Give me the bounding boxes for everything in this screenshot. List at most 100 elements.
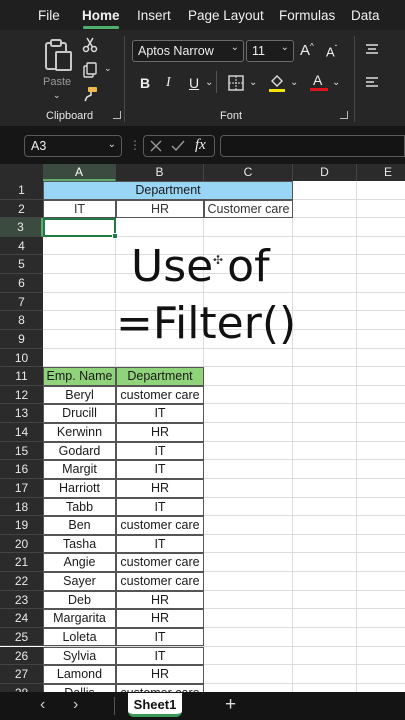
select-all-corner[interactable]	[0, 164, 43, 181]
employee-name-cell[interactable]: Lamond	[43, 665, 116, 684]
row-header-22[interactable]: 22	[0, 572, 43, 591]
department-cell[interactable]: IT	[116, 441, 204, 461]
row-header-5[interactable]: 5	[0, 255, 43, 275]
tab-formulas[interactable]: Formulas	[279, 8, 335, 23]
row-header-26[interactable]: 26	[0, 646, 43, 666]
row-header-8[interactable]: 8	[0, 311, 43, 330]
department-cell[interactable]: customer care	[116, 553, 204, 572]
formula-input[interactable]	[220, 135, 405, 157]
department-cell[interactable]: customer care	[116, 385, 204, 405]
row-header-27[interactable]: 27	[0, 665, 43, 684]
tab-home[interactable]: Home	[82, 8, 120, 23]
italic-button[interactable]: I	[166, 75, 171, 91]
department-header-cell[interactable]: Department	[43, 181, 293, 200]
row-header-23[interactable]: 23	[0, 590, 43, 610]
insert-function-icon[interactable]: fx	[195, 137, 206, 154]
row-header-13[interactable]: 13	[0, 404, 43, 424]
row-header-10[interactable]: 10	[0, 348, 43, 368]
borders-icon[interactable]	[228, 75, 244, 91]
department-cell[interactable]: HR	[116, 478, 204, 498]
employee-name-cell[interactable]: Deb	[43, 590, 116, 610]
sheet-tab-sheet1[interactable]: Sheet1	[128, 693, 182, 717]
add-sheet-button[interactable]: +	[225, 694, 236, 716]
row-header-28[interactable]: 28	[0, 683, 43, 692]
row-header-18[interactable]: 18	[0, 497, 43, 517]
employee-name-cell[interactable]: Margit	[43, 460, 116, 479]
department-cell[interactable]: HR	[116, 423, 204, 442]
copy-icon[interactable]	[82, 62, 98, 78]
cancel-icon[interactable]	[149, 139, 163, 153]
department-cell[interactable]: customer care	[116, 572, 204, 591]
increase-font-size-icon[interactable]: A^	[300, 42, 314, 59]
column-header-d[interactable]: D	[293, 164, 357, 181]
row-header-24[interactable]: 24	[0, 609, 43, 628]
worksheet-grid[interactable]: A B C D E 1 2 3 4 5 6 7 8 9 10 11 12 13 14 15 16 17 18 19 20 21 22…	[0, 164, 405, 692]
column-header-a[interactable]: A	[43, 164, 116, 181]
borders-chevron-icon[interactable]: ⌄	[249, 77, 257, 88]
underline-button[interactable]: U	[189, 75, 199, 91]
format-painter-icon[interactable]	[82, 86, 98, 102]
employee-name-cell[interactable]: Kerwinn	[43, 423, 116, 442]
row-header-4[interactable]: 4	[0, 236, 43, 256]
tab-data[interactable]: Data	[351, 8, 380, 23]
cut-icon[interactable]	[82, 37, 98, 53]
column-header-b[interactable]: B	[116, 164, 204, 181]
font-launcher-icon[interactable]	[340, 111, 348, 119]
criteria-cell[interactable]: IT	[43, 199, 116, 219]
employee-name-cell[interactable]: Margarita	[43, 609, 116, 628]
department-cell[interactable]: IT	[116, 646, 204, 666]
row-header-15[interactable]: 15	[0, 441, 43, 461]
department-cell[interactable]: IT	[116, 404, 204, 424]
row-header-7[interactable]: 7	[0, 292, 43, 312]
paste-button[interactable]: Paste ⌄	[40, 36, 76, 100]
employee-name-cell[interactable]: Tabb	[43, 497, 116, 517]
employee-name-cell[interactable]: Ben	[43, 516, 116, 535]
row-header-17[interactable]: 17	[0, 478, 43, 498]
employee-name-cell[interactable]: Beryl	[43, 385, 116, 405]
employee-name-cell[interactable]: Sayer	[43, 572, 116, 591]
row-header-11[interactable]: 11	[0, 367, 43, 386]
row-header-19[interactable]: 19	[0, 516, 43, 535]
department-cell[interactable]: HR	[116, 609, 204, 628]
row-header-21[interactable]: 21	[0, 553, 43, 572]
row-header-9[interactable]: 9	[0, 329, 43, 349]
table-header-cell[interactable]: Department	[116, 367, 204, 386]
employee-name-cell[interactable]: Loleta	[43, 627, 116, 647]
fill-handle[interactable]	[112, 232, 118, 239]
department-cell[interactable]: HR	[116, 665, 204, 684]
prev-sheet-icon[interactable]: ‹	[40, 696, 45, 714]
clipboard-launcher-icon[interactable]	[113, 111, 121, 119]
formula-bar-grip-icon[interactable]: ⋮	[129, 138, 141, 152]
column-header-e[interactable]: E	[357, 164, 405, 181]
copy-options-chevron-icon[interactable]: ⌄	[104, 63, 112, 74]
font-color-chevron-icon[interactable]: ⌄	[332, 77, 340, 88]
row-header-12[interactable]: 12	[0, 385, 43, 405]
criteria-cell[interactable]: Customer care	[204, 199, 293, 219]
department-cell[interactable]: IT	[116, 534, 204, 554]
row-header-1[interactable]: 1	[0, 181, 43, 200]
employee-name-cell[interactable]: Tasha	[43, 534, 116, 554]
column-header-c[interactable]: C	[204, 164, 293, 181]
employee-name-cell[interactable]: Angie	[43, 553, 116, 572]
align-left-icon[interactable]	[364, 76, 380, 90]
employee-name-cell[interactable]: Harriott	[43, 478, 116, 498]
enter-icon[interactable]	[170, 139, 186, 153]
name-box[interactable]: A3 ⌄	[24, 135, 122, 157]
department-cell[interactable]: HR	[116, 590, 204, 610]
department-cell[interactable]: IT	[116, 460, 204, 479]
font-name-dropdown[interactable]: Aptos Narrow ⌄	[132, 40, 244, 62]
table-header-cell[interactable]: Emp. Name	[43, 367, 116, 386]
department-cell[interactable]: customer care	[116, 683, 204, 692]
criteria-cell[interactable]: HR	[116, 199, 204, 219]
font-color-icon[interactable]: A	[310, 72, 328, 92]
fill-color-icon[interactable]	[268, 73, 286, 93]
next-sheet-icon[interactable]: ›	[73, 696, 78, 714]
underline-options-chevron-icon[interactable]: ⌄	[205, 77, 213, 88]
tab-insert[interactable]: Insert	[137, 8, 171, 23]
row-header-14[interactable]: 14	[0, 423, 43, 442]
employee-name-cell[interactable]: Drucill	[43, 404, 116, 424]
department-cell[interactable]: customer care	[116, 516, 204, 535]
decrease-font-size-icon[interactable]: Aˇ	[326, 44, 337, 59]
row-header-25[interactable]: 25	[0, 627, 43, 647]
employee-name-cell[interactable]: Sylvia	[43, 646, 116, 666]
